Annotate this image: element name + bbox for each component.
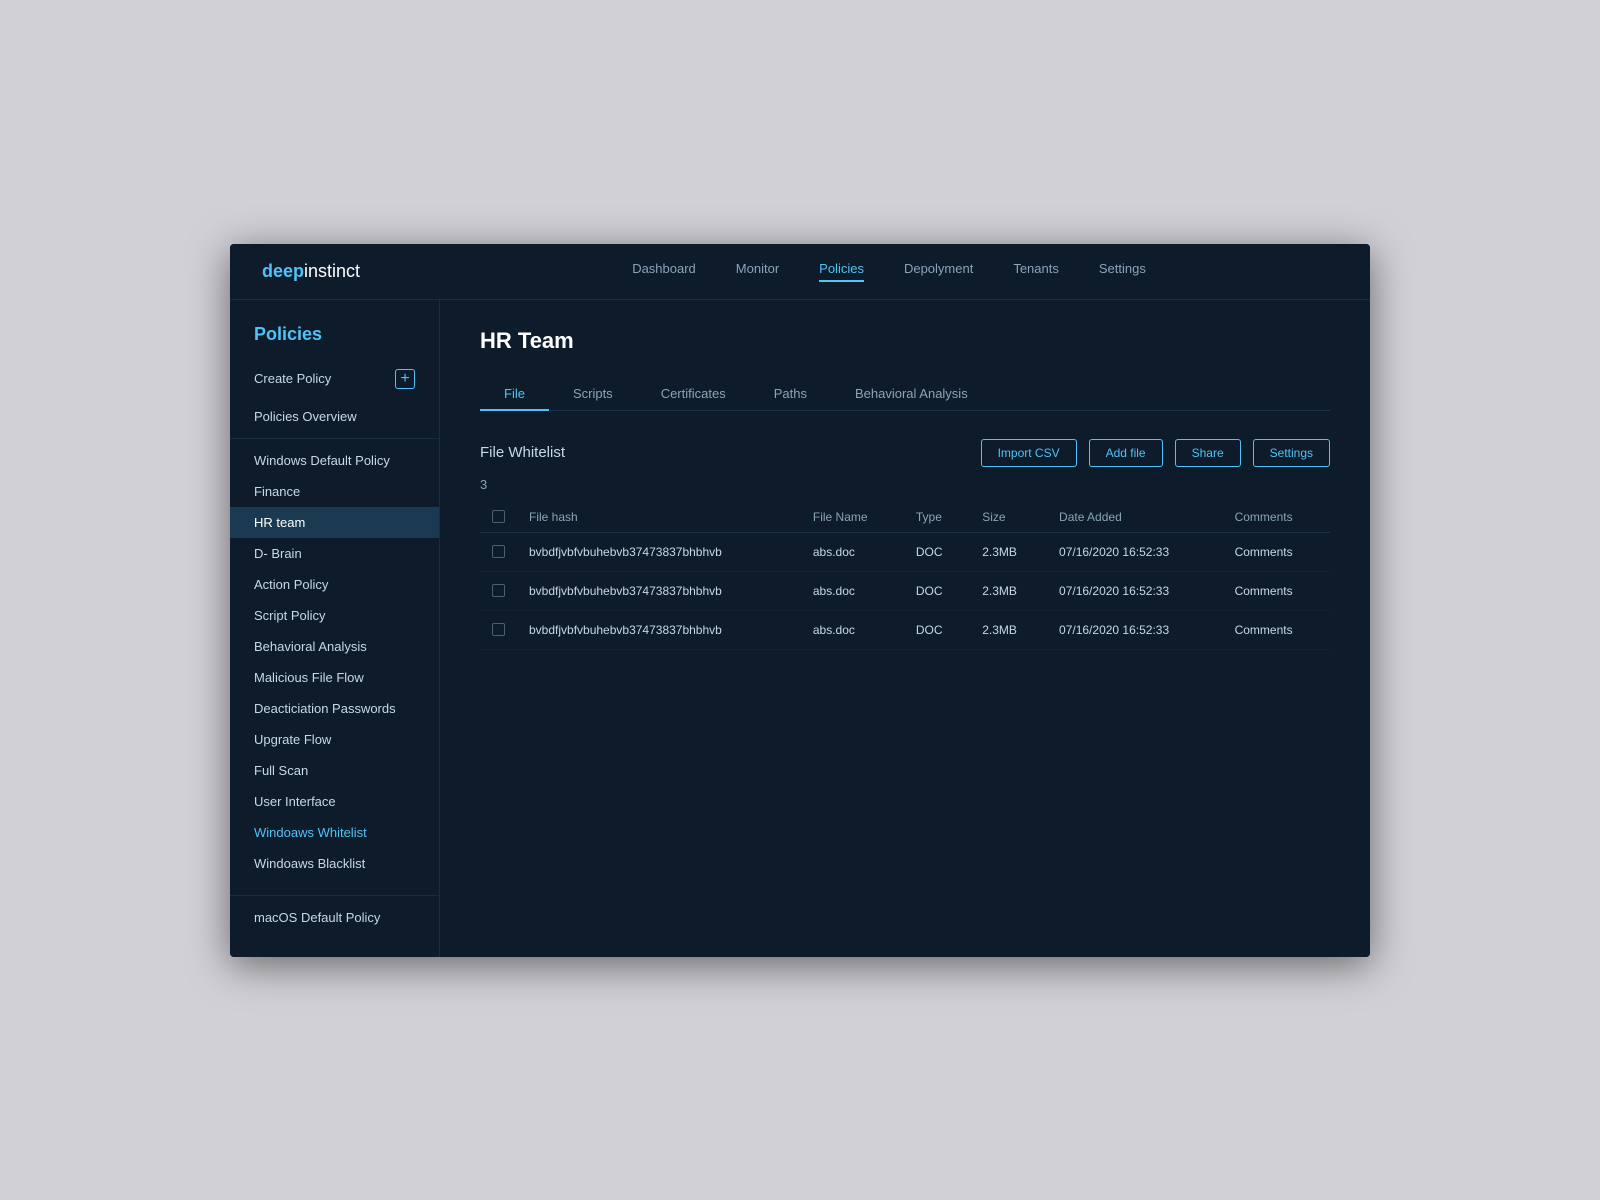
nav-links: Dashboard Monitor Policies Depolyment Te…	[440, 261, 1338, 282]
row-date-added: 07/16/2020 16:52:33	[1047, 532, 1223, 571]
nav-monitor[interactable]: Monitor	[736, 261, 779, 282]
table-row: bvbdfjvbfvbuhebvb37473837bhbhvb abs.doc …	[480, 610, 1330, 649]
sidebar-item-finance[interactable]: Finance	[230, 476, 439, 507]
row-checkbox[interactable]	[492, 545, 505, 558]
tab-scripts[interactable]: Scripts	[549, 378, 637, 411]
row-date-added: 07/16/2020 16:52:33	[1047, 610, 1223, 649]
sidebar-item-d-brain[interactable]: D- Brain	[230, 538, 439, 569]
col-file-name: File Name	[801, 502, 904, 533]
row-date-added: 07/16/2020 16:52:33	[1047, 571, 1223, 610]
sidebar-item-upgrate-flow[interactable]: Upgrate Flow	[230, 724, 439, 755]
body-area: Policies Create Policy + Policies Overvi…	[230, 300, 1370, 957]
logo: deepinstinct	[262, 261, 360, 282]
add-file-button[interactable]: Add file	[1089, 439, 1163, 467]
sidebar-item-user-interface[interactable]: User Interface	[230, 786, 439, 817]
count-label: 3	[480, 477, 1330, 492]
col-comments: Comments	[1223, 502, 1330, 533]
create-policy-label: Create Policy	[254, 371, 331, 386]
col-checkbox	[480, 502, 517, 533]
tab-paths[interactable]: Paths	[750, 378, 831, 411]
app-window: deepinstinct Dashboard Monitor Policies …	[230, 244, 1370, 957]
row-checkbox[interactable]	[492, 623, 505, 636]
settings-button[interactable]: Settings	[1253, 439, 1330, 467]
sidebar-title: Policies	[230, 324, 439, 361]
row-file-name: abs.doc	[801, 610, 904, 649]
top-nav: deepinstinct Dashboard Monitor Policies …	[230, 244, 1370, 300]
page-title: HR Team	[480, 328, 1330, 354]
sidebar-item-windoaws-blacklist[interactable]: Windoaws Blacklist	[230, 848, 439, 879]
sidebar-item-policies-overview[interactable]: Policies Overview	[230, 401, 439, 432]
sidebar: Policies Create Policy + Policies Overvi…	[230, 300, 440, 957]
logo-instinct: instinct	[304, 261, 360, 281]
whitelist-actions: Import CSV Add file Share Settings	[981, 439, 1330, 467]
row-size: 2.3MB	[970, 610, 1047, 649]
sidebar-item-macos-default-policy[interactable]: macOS Default Policy	[230, 902, 439, 933]
nav-policies[interactable]: Policies	[819, 261, 864, 282]
row-type: DOC	[904, 610, 970, 649]
sidebar-item-windoaws-whitelist[interactable]: Windoaws Whitelist	[230, 817, 439, 848]
sidebar-item-script-policy[interactable]: Script Policy	[230, 600, 439, 631]
row-type: DOC	[904, 532, 970, 571]
tab-behavioral-analysis[interactable]: Behavioral Analysis	[831, 378, 992, 411]
main-content: HR Team File Scripts Certificates Paths …	[440, 300, 1370, 957]
share-button[interactable]: Share	[1175, 439, 1241, 467]
col-type: Type	[904, 502, 970, 533]
row-file-name: abs.doc	[801, 532, 904, 571]
plus-icon: +	[395, 369, 415, 389]
col-file-hash: File hash	[517, 502, 801, 533]
sidebar-item-hr-team[interactable]: HR team	[230, 507, 439, 538]
row-size: 2.3MB	[970, 571, 1047, 610]
whitelist-header: File Whitelist Import CSV Add file Share…	[480, 439, 1330, 467]
table-row: bvbdfjvbfvbuhebvb37473837bhbhvb abs.doc …	[480, 571, 1330, 610]
header-checkbox[interactable]	[492, 510, 505, 523]
nav-dashboard[interactable]: Dashboard	[632, 261, 696, 282]
row-file-hash: bvbdfjvbfvbuhebvb37473837bhbhvb	[517, 532, 801, 571]
row-comments: Comments	[1223, 610, 1330, 649]
sidebar-item-malicious-file-flow[interactable]: Malicious File Flow	[230, 662, 439, 693]
row-comments: Comments	[1223, 571, 1330, 610]
sidebar-divider-2	[230, 895, 439, 896]
row-checkbox[interactable]	[492, 584, 505, 597]
nav-settings[interactable]: Settings	[1099, 261, 1146, 282]
row-file-hash: bvbdfjvbfvbuhebvb37473837bhbhvb	[517, 571, 801, 610]
row-checkbox-cell	[480, 610, 517, 649]
sidebar-item-behavioral-analysis[interactable]: Behavioral Analysis	[230, 631, 439, 662]
sidebar-gap	[230, 879, 439, 889]
sidebar-item-windows-default-policy[interactable]: Windows Default Policy	[230, 445, 439, 476]
row-file-hash: bvbdfjvbfvbuhebvb37473837bhbhvb	[517, 610, 801, 649]
row-checkbox-cell	[480, 571, 517, 610]
file-whitelist-table: File hash File Name Type Size Date Added…	[480, 502, 1330, 650]
row-file-name: abs.doc	[801, 571, 904, 610]
create-policy-button[interactable]: Create Policy +	[230, 361, 439, 397]
row-type: DOC	[904, 571, 970, 610]
import-csv-button[interactable]: Import CSV	[981, 439, 1077, 467]
whitelist-title: File Whitelist	[480, 444, 565, 461]
nav-depolyment[interactable]: Depolyment	[904, 261, 973, 282]
col-size: Size	[970, 502, 1047, 533]
table-header-row: File hash File Name Type Size Date Added…	[480, 502, 1330, 533]
sidebar-item-deacticiation-passwords[interactable]: Deacticiation Passwords	[230, 693, 439, 724]
sidebar-divider	[230, 438, 439, 439]
row-size: 2.3MB	[970, 532, 1047, 571]
tabs: File Scripts Certificates Paths Behavior…	[480, 378, 1330, 411]
table-row: bvbdfjvbfvbuhebvb37473837bhbhvb abs.doc …	[480, 532, 1330, 571]
logo-deep: deep	[262, 261, 304, 281]
nav-tenants[interactable]: Tenants	[1013, 261, 1059, 282]
tab-certificates[interactable]: Certificates	[637, 378, 750, 411]
row-checkbox-cell	[480, 532, 517, 571]
tab-file[interactable]: File	[480, 378, 549, 411]
sidebar-item-full-scan[interactable]: Full Scan	[230, 755, 439, 786]
col-date-added: Date Added	[1047, 502, 1223, 533]
sidebar-item-action-policy[interactable]: Action Policy	[230, 569, 439, 600]
row-comments: Comments	[1223, 532, 1330, 571]
